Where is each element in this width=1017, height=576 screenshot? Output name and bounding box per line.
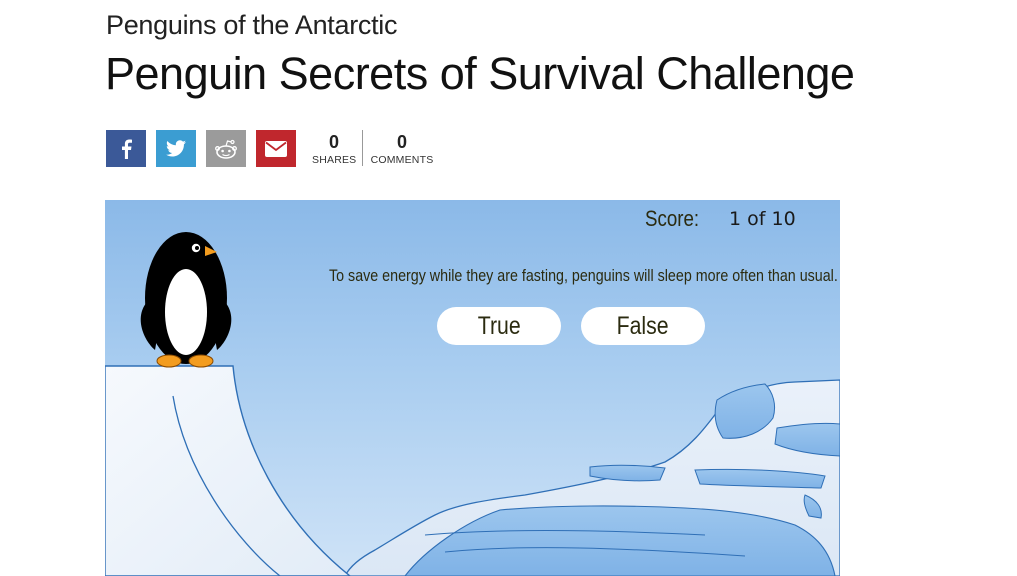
true-answer-button[interactable]: True	[437, 307, 561, 345]
quiz-game-panel: Score: 1 of 10 To save energy while they…	[105, 200, 840, 576]
question-text: To save energy while they are fasting, p…	[329, 266, 838, 285]
page-title: Penguin Secrets of Survival Challenge	[105, 48, 855, 99]
category-kicker: Penguins of the Antarctic	[106, 10, 398, 40]
shares-count: 0	[328, 132, 339, 152]
twitter-icon	[166, 140, 186, 157]
comments-label: COMMENTS	[370, 154, 434, 166]
comments-count: 0	[396, 132, 407, 152]
score-label: Score:	[645, 206, 700, 231]
iceberg	[344, 379, 840, 576]
reddit-icon	[215, 139, 237, 159]
shares-label: SHARES	[312, 154, 357, 166]
comments-counter[interactable]: 0 COMMENTS	[370, 130, 434, 166]
facebook-icon	[122, 139, 132, 159]
counter-divider	[362, 130, 363, 166]
antarctic-scene	[105, 232, 840, 576]
shares-counter: 0 SHARES	[312, 130, 356, 166]
true-answer-label: True	[477, 311, 521, 340]
ice-cliff	[105, 365, 352, 576]
penguin-illustration	[140, 232, 232, 368]
twitter-share-button[interactable]	[156, 130, 196, 167]
facebook-share-button[interactable]	[106, 130, 146, 167]
envelope-icon	[265, 140, 287, 157]
reddit-share-button[interactable]	[206, 130, 246, 167]
email-share-button[interactable]	[256, 130, 296, 167]
false-answer-label: False	[617, 311, 669, 340]
score-value: 1 of 10	[729, 208, 796, 230]
false-answer-button[interactable]: False	[581, 307, 705, 345]
